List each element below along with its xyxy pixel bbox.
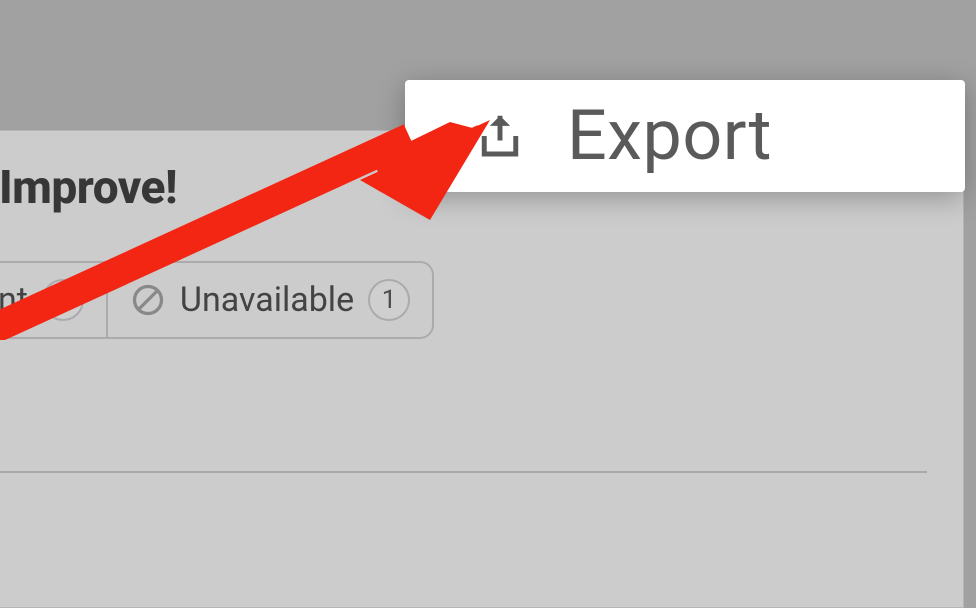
filter-count-left: 7 xyxy=(42,279,84,321)
export-icon xyxy=(473,109,527,163)
filter-label-fragment: nt xyxy=(0,280,28,320)
filter-label-unavailable: Unavailable xyxy=(180,280,354,320)
export-label: Export xyxy=(567,95,772,177)
prohibit-icon xyxy=(130,282,166,318)
export-button[interactable]: Export xyxy=(405,80,965,192)
filter-pill-partial[interactable]: nt 7 xyxy=(0,261,106,339)
page-heading: Improve! xyxy=(0,161,177,215)
filter-pill-unavailable[interactable]: Unavailable 1 xyxy=(106,261,434,339)
content-panel: Improve! nt 7 Unavailable 1 xyxy=(0,130,964,608)
divider xyxy=(0,471,927,473)
filter-count-right: 1 xyxy=(368,279,410,321)
filter-group: nt 7 Unavailable 1 xyxy=(0,261,434,339)
